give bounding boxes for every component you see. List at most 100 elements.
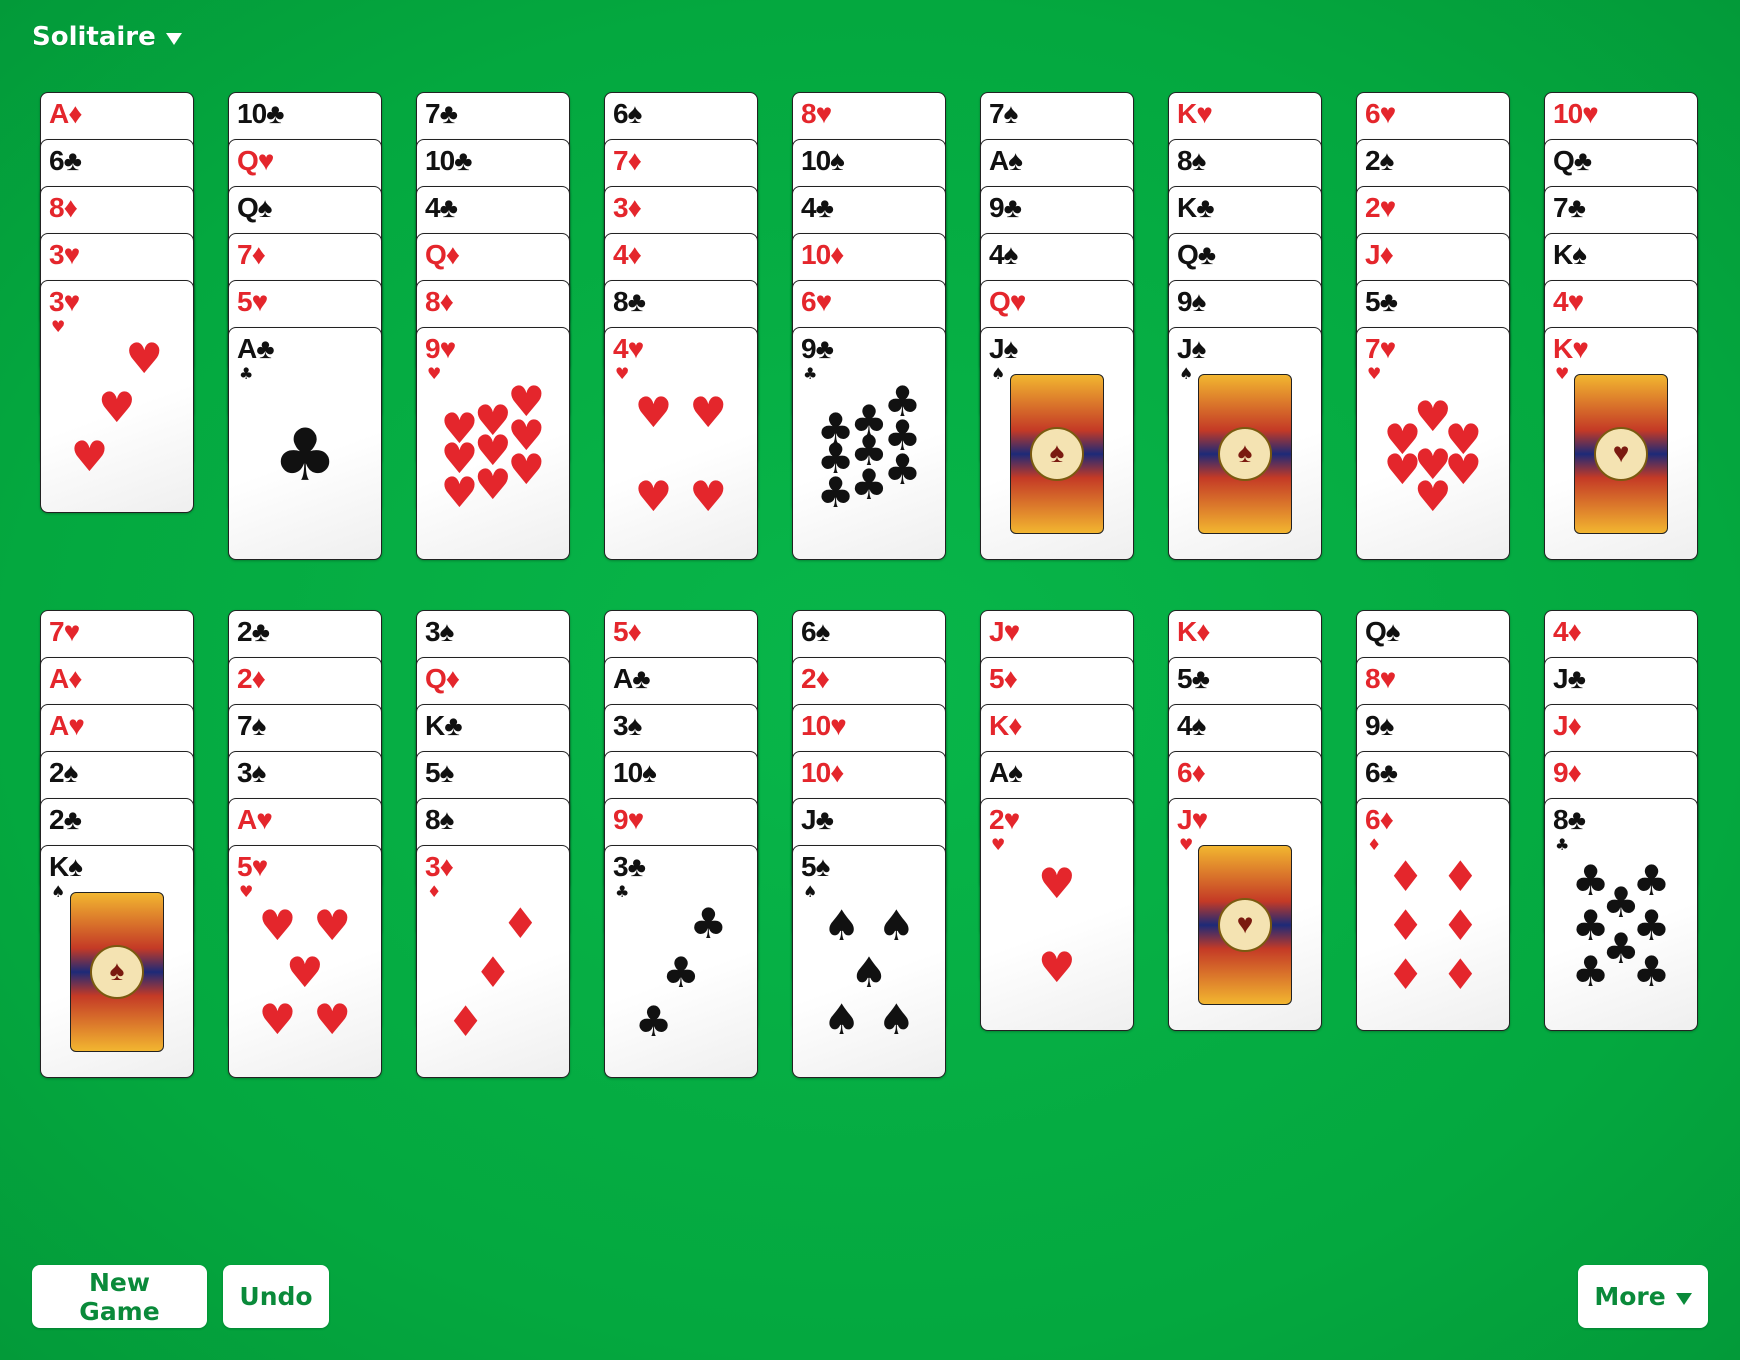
card-rank: 6♥ — [801, 286, 832, 317]
card-rank: 9♦ — [1553, 757, 1582, 788]
crown-icon: ♥ — [1594, 427, 1648, 481]
card-rank: 3♦ — [613, 192, 642, 223]
crown-icon: ♥ — [1218, 898, 1272, 952]
hearts-icon: ♥ — [1555, 364, 1570, 383]
card-rank: K♦ — [989, 710, 1023, 741]
hearts-icon: ♥ — [689, 388, 728, 438]
card-rank: 9♣ — [989, 192, 1022, 223]
card-rank: J♣ — [1553, 663, 1586, 694]
playing-card[interactable]: 2♥ ♥ ♥ ♥ — [980, 798, 1134, 1031]
new-game-button[interactable]: New Game — [32, 1265, 207, 1328]
face-card-illustration: ♠ — [1198, 374, 1292, 534]
diamonds-icon: ♦ — [1386, 901, 1425, 951]
card-rank: 5♥ — [237, 286, 268, 317]
card-rank: J♦ — [1553, 710, 1582, 741]
card-rank: J♠ — [989, 333, 1018, 364]
game-menu-label: Solitaire — [32, 22, 156, 52]
card-rank: 10♠ — [801, 145, 845, 176]
card-rank: 3♥ — [49, 239, 80, 270]
playing-card[interactable]: 9♣ ♣ ♣ ♣ ♣ ♣ ♣ ♣ ♣ ♣ ♣ — [792, 327, 946, 560]
clubs-icon: ♣ — [662, 948, 700, 998]
card-rank: 9♣ — [801, 333, 834, 364]
card-rank: 8♥ — [1365, 663, 1396, 694]
card-rank: 5♦ — [613, 616, 642, 647]
hearts-icon: ♥ — [1038, 942, 1076, 992]
card-rank: 9♥ — [613, 804, 644, 835]
clubs-icon: ♣ — [1571, 946, 1610, 996]
card-rank: 4♥ — [1553, 286, 1584, 317]
hearts-icon: ♥ — [313, 995, 352, 1045]
hearts-icon: ♥ — [991, 835, 1006, 854]
spades-icon: ♠ — [850, 948, 888, 998]
card-rank: A♦ — [49, 663, 83, 694]
card-rank: 7♠ — [237, 710, 266, 741]
playing-card[interactable]: 3♣ ♣ ♣ ♣ ♣ — [604, 845, 758, 1078]
hearts-icon: ♥ — [258, 900, 297, 950]
spades-icon: ♠ — [991, 364, 1006, 383]
diamonds-icon: ♦ — [1386, 950, 1425, 1000]
card-rank: 4♣ — [801, 192, 834, 223]
new-game-label: New Game — [79, 1267, 160, 1326]
undo-button[interactable]: Undo — [223, 1265, 329, 1328]
playing-card[interactable]: 9♥ ♥ ♥ ♥ ♥ ♥ ♥ ♥ ♥ ♥ ♥ — [416, 327, 570, 560]
hearts-icon: ♥ — [286, 948, 324, 998]
playing-card[interactable]: J♠ ♠ ♠ — [1168, 327, 1322, 560]
card-rank: 8♦ — [49, 192, 78, 223]
card-rank: 5♣ — [1177, 663, 1210, 694]
hearts-icon: ♥ — [615, 364, 630, 383]
card-rank: 6♦ — [1177, 757, 1206, 788]
card-rank: 4♥ — [613, 333, 644, 364]
diamonds-icon: ♦ — [1441, 901, 1480, 951]
playing-card[interactable]: 5♥ ♥ ♥ ♥ ♥ ♥ ♥ — [228, 845, 382, 1078]
playing-card[interactable]: K♠ ♠ ♠ — [40, 845, 194, 1078]
clubs-icon: ♣ — [1555, 835, 1570, 854]
card-rank: 7♦ — [237, 239, 266, 270]
clubs-icon: ♣ — [1632, 946, 1671, 996]
card-rank: 10♣ — [237, 98, 285, 129]
card-rank: 2♣ — [49, 804, 82, 835]
card-rank: 3♦ — [425, 851, 454, 882]
card-rank: Q♦ — [425, 239, 460, 270]
card-rank: 3♥ — [49, 286, 80, 317]
card-rank: 5♦ — [989, 663, 1018, 694]
face-card-illustration: ♠ — [1010, 374, 1104, 534]
card-rank: 8♦ — [425, 286, 454, 317]
card-rank: 6♠ — [613, 98, 642, 129]
card-rank: 6♠ — [801, 616, 830, 647]
diamonds-icon: ♦ — [1441, 950, 1480, 1000]
card-rank: A♦ — [49, 98, 83, 129]
clubs-icon: ♣ — [615, 882, 630, 901]
playing-card[interactable]: 6♦ ♦ ♦ ♦ ♦ ♦ ♦ ♦ — [1356, 798, 1510, 1031]
playing-card[interactable]: 3♦ ♦ ♦ ♦ ♦ — [416, 845, 570, 1078]
hearts-icon: ♥ — [440, 467, 479, 517]
diamonds-icon: ♦ — [474, 948, 512, 998]
face-card-illustration: ♥ — [1574, 374, 1668, 534]
playing-card[interactable]: J♠ ♠ ♠ — [980, 327, 1134, 560]
hearts-icon: ♥ — [51, 317, 66, 336]
playing-card[interactable]: 3♥ ♥ ♥ ♥ ♥ — [40, 280, 194, 513]
more-button[interactable]: More — [1578, 1265, 1708, 1328]
card-rank: 7♣ — [425, 98, 458, 129]
card-rank: J♥ — [989, 616, 1020, 647]
playing-card[interactable]: 7♥ ♥ ♥ ♥ ♥ ♥ ♥ ♥ ♥ — [1356, 327, 1510, 560]
card-rank: J♦ — [1365, 239, 1394, 270]
playing-card[interactable]: A♣ ♣ ♣ — [228, 327, 382, 560]
playing-card[interactable]: K♥ ♥ ♥ — [1544, 327, 1698, 560]
card-rank: 5♣ — [1365, 286, 1398, 317]
card-rank: 8♥ — [801, 98, 832, 129]
hearts-icon: ♥ — [634, 471, 673, 521]
spades-icon: ♠ — [822, 900, 861, 950]
playing-card[interactable]: 5♠ ♠ ♠ ♠ ♠ ♠ ♠ — [792, 845, 946, 1078]
clubs-icon: ♣ — [272, 413, 338, 498]
playing-card[interactable]: 4♥ ♥ ♥ ♥ ♥ ♥ — [604, 327, 758, 560]
hearts-icon: ♥ — [427, 364, 442, 383]
card-rank: J♠ — [1177, 333, 1206, 364]
playing-card[interactable]: J♥ ♥ ♥ — [1168, 798, 1322, 1031]
game-menu-dropdown[interactable]: Solitaire — [32, 22, 182, 52]
playing-card[interactable]: 8♣ ♣ ♣ ♣ ♣ ♣ ♣ ♣ ♣ ♣ — [1544, 798, 1698, 1031]
card-rank: 4♠ — [989, 239, 1018, 270]
card-rank: 8♠ — [1177, 145, 1206, 176]
card-rank: 10♠ — [613, 757, 657, 788]
card-rank: 6♦ — [1365, 804, 1394, 835]
spades-icon: ♠ — [877, 900, 916, 950]
